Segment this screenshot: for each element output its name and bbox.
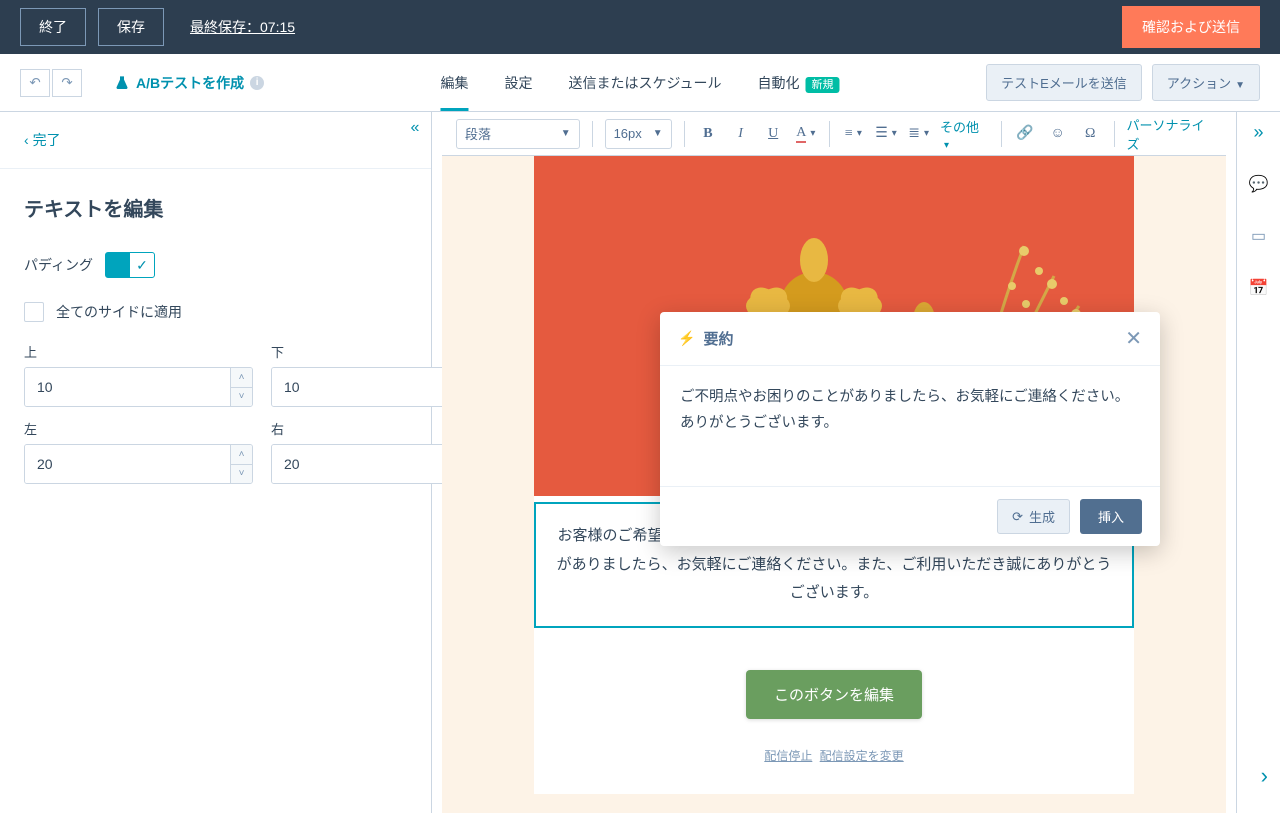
right-rail: » 💬 ▭ 📅 › [1236,112,1280,813]
exit-button[interactable]: 終了 [20,8,86,46]
numbered-list-button[interactable]: ≣ ▾ [907,122,930,146]
new-badge: 新規 [806,77,840,93]
special-char-button[interactable]: Ω [1079,122,1102,146]
sidebar-title: テキストを編集 [24,193,407,222]
flask-icon [114,75,130,91]
padding-label: パディング [24,255,93,275]
more-dropdown[interactable]: その他 ▾ [940,117,989,151]
left-sidebar: « ‹ 完了 テキストを編集 パディング ✓ 全てのサイドに適用 上 [0,112,432,813]
confirm-send-button[interactable]: 確認および送信 [1122,6,1260,48]
info-icon: i [250,76,264,90]
italic-button[interactable]: I [729,122,752,146]
padding-top-label: 上 [24,342,253,361]
bullet-list-button[interactable]: ☰ ▾ [875,122,898,146]
tab-automate[interactable]: 自動化新規 [758,55,840,111]
padding-left-label: 左 [24,419,253,438]
save-button[interactable]: 保存 [98,8,164,46]
redo-button[interactable]: ↷ [52,69,82,97]
padding-left-input[interactable] [25,445,230,483]
bold-button[interactable]: B [697,122,720,146]
top-bar: 終了 保存 最終保存：07:15 確認および送信 [0,0,1280,54]
insert-button[interactable]: 挿入 [1080,499,1142,534]
tab-schedule[interactable]: 送信またはスケジュール [568,55,721,111]
calendar-icon[interactable]: 📅 [1245,274,1273,302]
generate-button[interactable]: ⟳生成 [997,499,1070,534]
refresh-icon: ⟳ [1012,509,1023,525]
padding-top-up[interactable]: ˄ [231,368,252,388]
bolt-icon: ⚡ [678,330,695,347]
padding-left-down[interactable]: ˅ [231,465,252,484]
cta-button[interactable]: このボタンを編集 [746,670,922,719]
collapse-right-icon[interactable]: » [1245,118,1273,146]
close-icon[interactable]: ✕ [1125,326,1142,351]
padding-top-input[interactable] [25,368,230,406]
ab-test-link[interactable]: A/Bテストを作成 i [114,73,264,93]
text-color-button[interactable]: A ▾ [794,122,817,146]
comments-icon[interactable]: 💬 [1245,170,1273,198]
align-button[interactable]: ≡ ▾ [842,122,865,146]
collapse-left-icon[interactable]: « [403,116,427,140]
next-arrow-icon[interactable]: › [1261,763,1268,789]
undo-button[interactable]: ↶ [20,69,50,97]
personalize-link[interactable]: パーソナライズ [1127,115,1212,153]
unsubscribe-link[interactable]: 配信停止 [764,749,812,763]
link-button[interactable]: 🔗 [1014,122,1037,146]
tab-settings[interactable]: 設定 [504,55,532,111]
popover-title: 要約 [703,328,733,349]
paragraph-select[interactable]: 段落▼ [456,119,580,149]
back-link[interactable]: ‹ 完了 [24,132,61,148]
padding-toggle[interactable]: ✓ [105,252,155,278]
nav-bar: ↶ ↷ A/Bテストを作成 i 編集 設定 送信またはスケジュール 自動化新規 … [0,54,1280,112]
font-size-select[interactable]: 16px▼ [605,119,672,149]
apply-all-checkbox[interactable] [24,302,44,322]
check-icon: ✓ [136,257,148,274]
apply-all-label: 全てのサイドに適用 [56,302,182,322]
tab-edit[interactable]: 編集 [440,55,468,111]
last-saved-text[interactable]: 最終保存：07:15 [190,17,295,37]
preferences-link[interactable]: 配信設定を変更 [820,749,904,763]
rich-text-toolbar: 段落▼ 16px▼ B I U A ▾ ≡ ▾ ☰ ▾ ≣ ▾ その他 ▾ 🔗 … [442,112,1226,156]
test-email-button[interactable]: テストEメールを送信 [986,64,1142,101]
padding-left-up[interactable]: ˄ [231,445,252,465]
underline-button[interactable]: U [762,122,785,146]
popover-body: ご不明点やお困りのことがありましたら、お気軽にご連絡ください。ありがとうございま… [660,366,1160,486]
padding-top-down[interactable]: ˅ [231,388,252,407]
emoji-button[interactable]: ☺ [1046,122,1069,146]
preview-icon[interactable]: ▭ [1245,222,1273,250]
ai-summary-popover: ⚡ 要約 ✕ ご不明点やお困りのことがありましたら、お気軽にご連絡ください。あり… [660,312,1160,546]
actions-dropdown[interactable]: アクション▼ [1152,64,1260,101]
